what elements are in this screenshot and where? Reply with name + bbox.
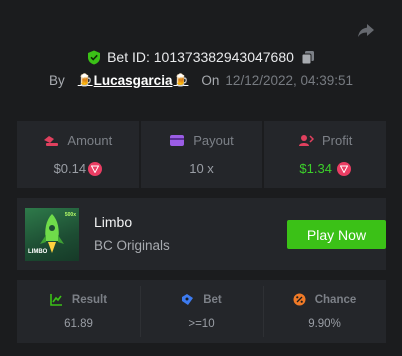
by-label: By [48,72,65,88]
game-provider: BC Originals [94,238,170,253]
payout-stat: Payout 10 x [140,121,263,188]
payout-icon [170,135,185,146]
bet-meta-row: By 🍺 Lucasgarcia 🍺 On 12/12/2022, 04:39:… [0,70,402,90]
coin-icon [336,161,351,176]
game-card: 500x LIMBO Limbo BC Originals Play Now [17,198,386,270]
result-icon [50,294,62,306]
beer-icon: 🍺 [173,73,189,87]
bet-id: Bet ID: 101373382943047680 [107,49,294,65]
bet-datetime: 12/12/2022, 04:39:51 [225,72,354,88]
bet-cell: Bet >=10 [140,280,263,343]
chance-cell: Chance 9.90% [263,280,386,343]
chance-label: Chance [314,293,357,306]
payout-value: 10 x [189,161,214,176]
bet-icon [182,294,194,305]
bet-value: >=10 [188,318,215,330]
coin-icon [88,161,103,176]
copy-icon[interactable] [301,50,315,65]
stats-panel: Amount $0.14 Payout 10 x Profit $1.34 [17,121,387,188]
thumb-title: LIMBO [28,249,48,255]
amount-label: Amount [67,133,113,148]
bet-label: Bet [203,293,222,306]
profit-value-row: $1.34 [299,161,351,176]
profit-stat: Profit $1.34 [264,121,387,188]
amount-value-row: $0.14 [54,161,103,176]
profit-label: Profit [322,133,353,148]
thumb-multiplier: 500x [64,212,76,218]
on-label: On [201,72,220,88]
beer-icon: 🍺 [77,73,93,87]
result-value: 61.89 [64,318,93,330]
game-name: Limbo [94,214,133,230]
share-icon[interactable] [356,20,376,40]
profit-value: $1.34 [299,161,332,176]
play-now-button[interactable]: Play Now [287,220,386,249]
game-thumbnail[interactable]: 500x LIMBO [25,208,79,261]
chance-icon [293,293,306,306]
amount-value: $0.14 [53,161,87,176]
result-cell: Result 61.89 [17,280,140,343]
username-link[interactable]: 🍺 Lucasgarcia 🍺 [77,73,190,88]
result-label: Result [71,293,108,306]
bet-id-row: Bet ID: 101373382943047680 [0,47,402,67]
results-panel: Result 61.89 Bet >=10 Chance 9.90% [17,280,386,343]
username: Lucasgarcia [93,72,173,88]
profit-icon [299,135,314,146]
amount-stat: Amount $0.14 [17,121,139,188]
amount-icon [44,136,59,146]
shield-check-icon [88,50,101,64]
payout-label: Payout [193,133,234,148]
chance-value: 9.90% [308,318,341,330]
